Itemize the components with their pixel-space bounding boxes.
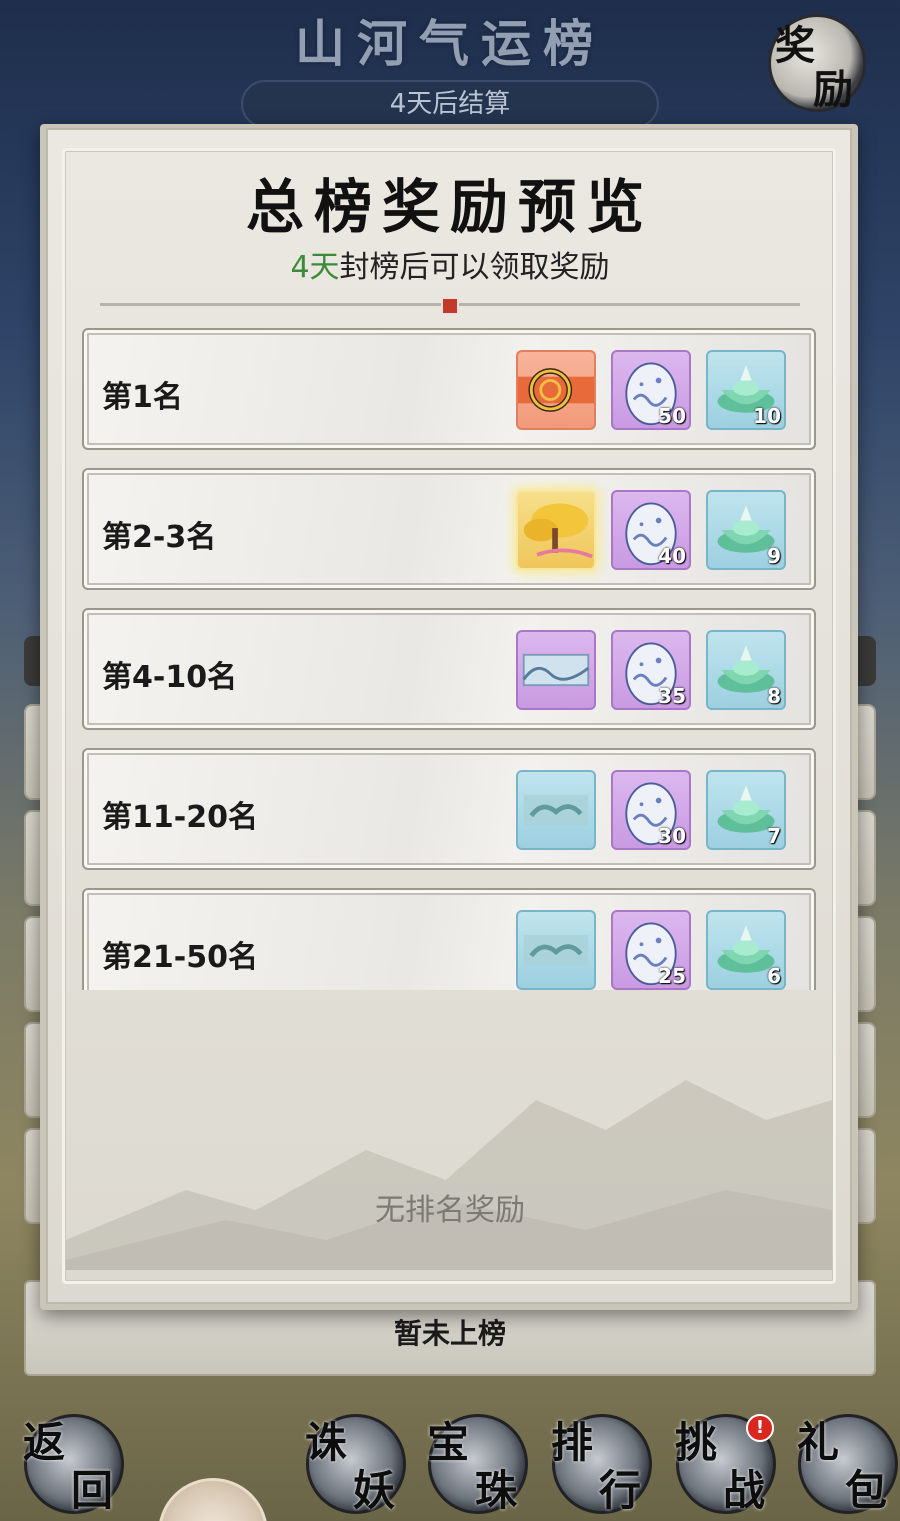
reward-item-slot[interactable]: 6 — [706, 910, 786, 990]
reward-item-slot[interactable]: 8 — [706, 630, 786, 710]
item-quantity: 9 — [767, 544, 781, 568]
reward-tier-row: 第11-20名 30 7 — [82, 748, 816, 870]
nav-char-1: 挑 — [675, 1418, 718, 1467]
tier-rank-label: 第21-50名 — [102, 940, 258, 975]
reward-item-slot[interactable] — [516, 910, 596, 990]
nav-char-2: 回 — [71, 1466, 114, 1515]
item-quantity: 50 — [658, 404, 686, 428]
item-quantity: 40 — [658, 544, 686, 568]
nav-char-1: 礼 — [797, 1418, 840, 1467]
nav-gift-button[interactable]: 礼 包 — [797, 1414, 898, 1515]
reward-button-char-2: 励 — [813, 66, 853, 113]
tier-rank-label: 第11-20名 — [102, 800, 258, 835]
wave-frame-icon — [522, 653, 590, 687]
reward-tier-row: 第1名 50 10 — [82, 328, 816, 450]
reward-item-slot[interactable] — [516, 350, 596, 430]
tier-rank-label: 第4-10名 — [102, 660, 238, 695]
nav-char-1: 排 — [551, 1418, 594, 1467]
reward-item-slot[interactable] — [516, 490, 596, 570]
no-rank-reward-text: 无排名奖励 — [375, 1193, 525, 1228]
subtitle-days: 4天 — [290, 250, 340, 285]
reward-item-slot[interactable]: 7 — [706, 770, 786, 850]
reward-item-slot[interactable]: 25 — [611, 910, 691, 990]
swirl-token-icon — [518, 368, 594, 412]
cloud-frame-icon — [523, 934, 589, 966]
reward-tier-row: 第2-3名 40 9 — [82, 468, 816, 590]
tier-rank-label: 第2-3名 — [102, 520, 217, 555]
red-seal-icon — [441, 297, 459, 315]
reward-button-char-1: 奖 — [775, 22, 815, 69]
nav-back-button[interactable]: 返 回 — [23, 1414, 124, 1515]
player-avatar[interactable] — [158, 1478, 268, 1521]
item-quantity: 25 — [658, 964, 686, 988]
item-quantity: 10 — [753, 404, 781, 428]
reward-item-slot[interactable] — [516, 770, 596, 850]
nav-char-2: 包 — [845, 1466, 888, 1515]
reward-item-slot[interactable]: 10 — [706, 350, 786, 430]
nav-char-2: 战 — [723, 1466, 766, 1515]
subtitle-text: 封榜后可以领取奖励 — [339, 250, 610, 285]
popup-title: 总榜奖励预览 — [245, 173, 654, 241]
settlement-countdown: 4天后结算 — [241, 80, 659, 128]
reward-button[interactable]: 奖 励 — [768, 14, 866, 113]
item-quantity: 8 — [767, 684, 781, 708]
nav-pearl-button[interactable]: 宝 珠 — [427, 1414, 528, 1515]
cloud-frame-icon — [523, 794, 589, 826]
nav-char-1: 诛 — [305, 1418, 348, 1467]
item-quantity: 35 — [658, 684, 686, 708]
golden-tree-icon — [523, 503, 593, 559]
nav-char-2: 行 — [599, 1466, 642, 1515]
reward-tier-row: 第21-50名 25 6 — [82, 888, 816, 990]
notification-badge: ! — [746, 1414, 774, 1442]
item-quantity: 6 — [767, 964, 781, 988]
reward-item-slot[interactable]: 40 — [611, 490, 691, 570]
reward-item-slot[interactable]: 9 — [706, 490, 786, 570]
reward-item-slot[interactable]: 30 — [611, 770, 691, 850]
nav-char-2: 妖 — [353, 1466, 396, 1515]
reward-tier-row: 第4-10名 35 8 — [82, 608, 816, 730]
tier-rank-label: 第1名 — [102, 380, 183, 415]
ink-mountain-decoration — [66, 1080, 832, 1270]
reward-tier-list[interactable]: 第1名 50 10 第2-3名 40 9 第4-10名 35 8 第11-20名… — [82, 328, 818, 990]
item-quantity: 30 — [658, 824, 686, 848]
nav-rank-button[interactable]: 排 行 — [551, 1414, 652, 1515]
popup-subtitle: 4天封榜后可以领取奖励 — [0, 242, 900, 286]
nav-demon-button[interactable]: 诛 妖 — [305, 1414, 406, 1515]
nav-char-1: 宝 — [427, 1418, 470, 1467]
reward-item-slot[interactable] — [516, 630, 596, 710]
reward-item-slot[interactable]: 35 — [611, 630, 691, 710]
my-rank-status: 暂未上榜 — [393, 1317, 506, 1350]
page-title: 山河气运榜 — [295, 14, 605, 73]
nav-char-2: 珠 — [475, 1466, 518, 1515]
nav-char-1: 返 — [23, 1418, 66, 1467]
reward-item-slot[interactable]: 50 — [611, 350, 691, 430]
item-quantity: 7 — [767, 824, 781, 848]
